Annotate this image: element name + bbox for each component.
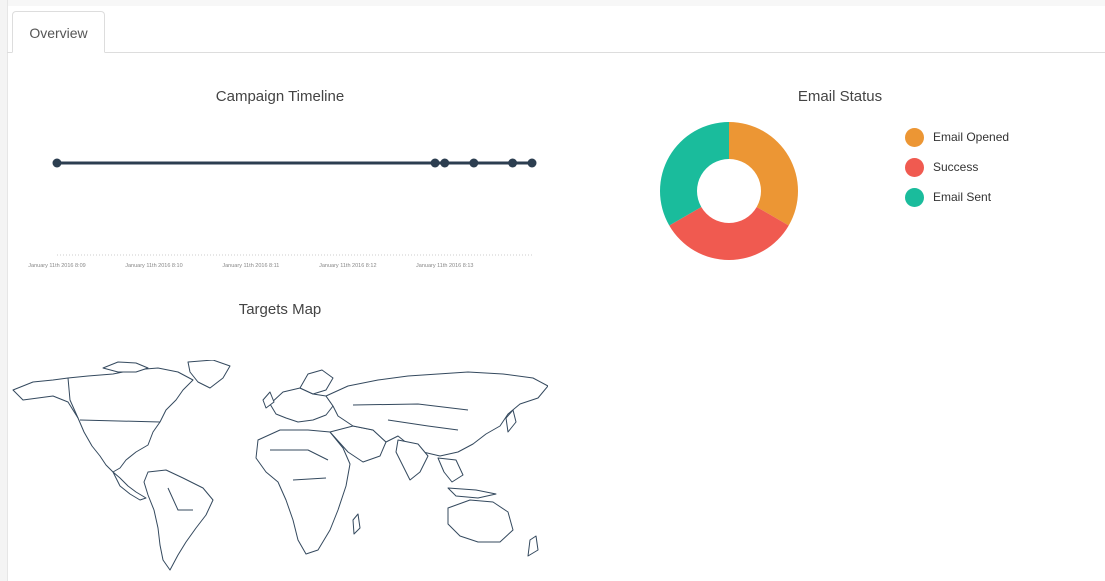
map-greenland — [187, 360, 231, 389]
map-southeast-asia — [437, 457, 464, 483]
map-canadian-arctic — [102, 361, 149, 373]
timeline-tick-label: January 11th 2016 8:11 — [222, 263, 279, 269]
donut-slice-email-sent[interactable] — [660, 122, 729, 226]
timeline-tick-label: January 11th 2016 8:12 — [319, 263, 376, 269]
legend-color-swatch — [905, 127, 924, 147]
timeline-point[interactable] — [508, 158, 518, 168]
map-madagascar — [352, 513, 361, 535]
top-edge — [0, 0, 1105, 6]
map-central-america — [112, 471, 147, 501]
legend-item[interactable]: Email Sent — [905, 186, 991, 208]
targets-map-title: Targets Map — [238, 301, 322, 318]
tab-overview[interactable]: Overview — [12, 11, 105, 53]
tab-bar-border — [7, 52, 1105, 53]
legend-label: Success — [933, 160, 979, 174]
legend-color-swatch — [905, 157, 924, 177]
timeline-tick-label: January 11th 2016 8:09 — [28, 263, 85, 269]
email-status-title: Email Status — [797, 88, 883, 105]
legend-color-swatch — [905, 187, 924, 207]
timeline-point[interactable] — [430, 158, 440, 168]
left-gutter — [0, 0, 8, 581]
campaign-timeline-title: Campaign Timeline — [215, 88, 345, 105]
timeline-point[interactable] — [469, 158, 479, 168]
legend-item[interactable]: Success — [905, 156, 978, 178]
legend-item[interactable]: Email Opened — [905, 126, 1009, 148]
map-australia — [447, 499, 514, 543]
map-new-zealand — [527, 535, 539, 557]
legend-label: Email Opened — [933, 130, 1010, 144]
timeline-point[interactable] — [527, 158, 537, 168]
world-map[interactable] — [8, 360, 548, 575]
timeline-tick-label: January 11th 2016 8:10 — [125, 263, 182, 269]
timeline-point[interactable] — [440, 158, 450, 168]
donut-slice-email-opened[interactable] — [729, 122, 798, 226]
email-status-donut-chart — [660, 122, 798, 260]
map-europe — [269, 387, 334, 423]
map-north-america — [12, 367, 194, 473]
legend-label: Email Sent — [933, 190, 992, 204]
map-scandinavia — [299, 369, 334, 395]
timeline-tick-label: January 11th 2016 8:13 — [416, 263, 473, 269]
campaign-timeline-chart: January 11th 2016 8:09 January 11th 2016 … — [28, 158, 537, 269]
map-indonesia — [447, 487, 497, 499]
map-africa — [255, 429, 351, 555]
map-south-america — [143, 469, 214, 571]
timeline-point[interactable] — [52, 158, 62, 168]
